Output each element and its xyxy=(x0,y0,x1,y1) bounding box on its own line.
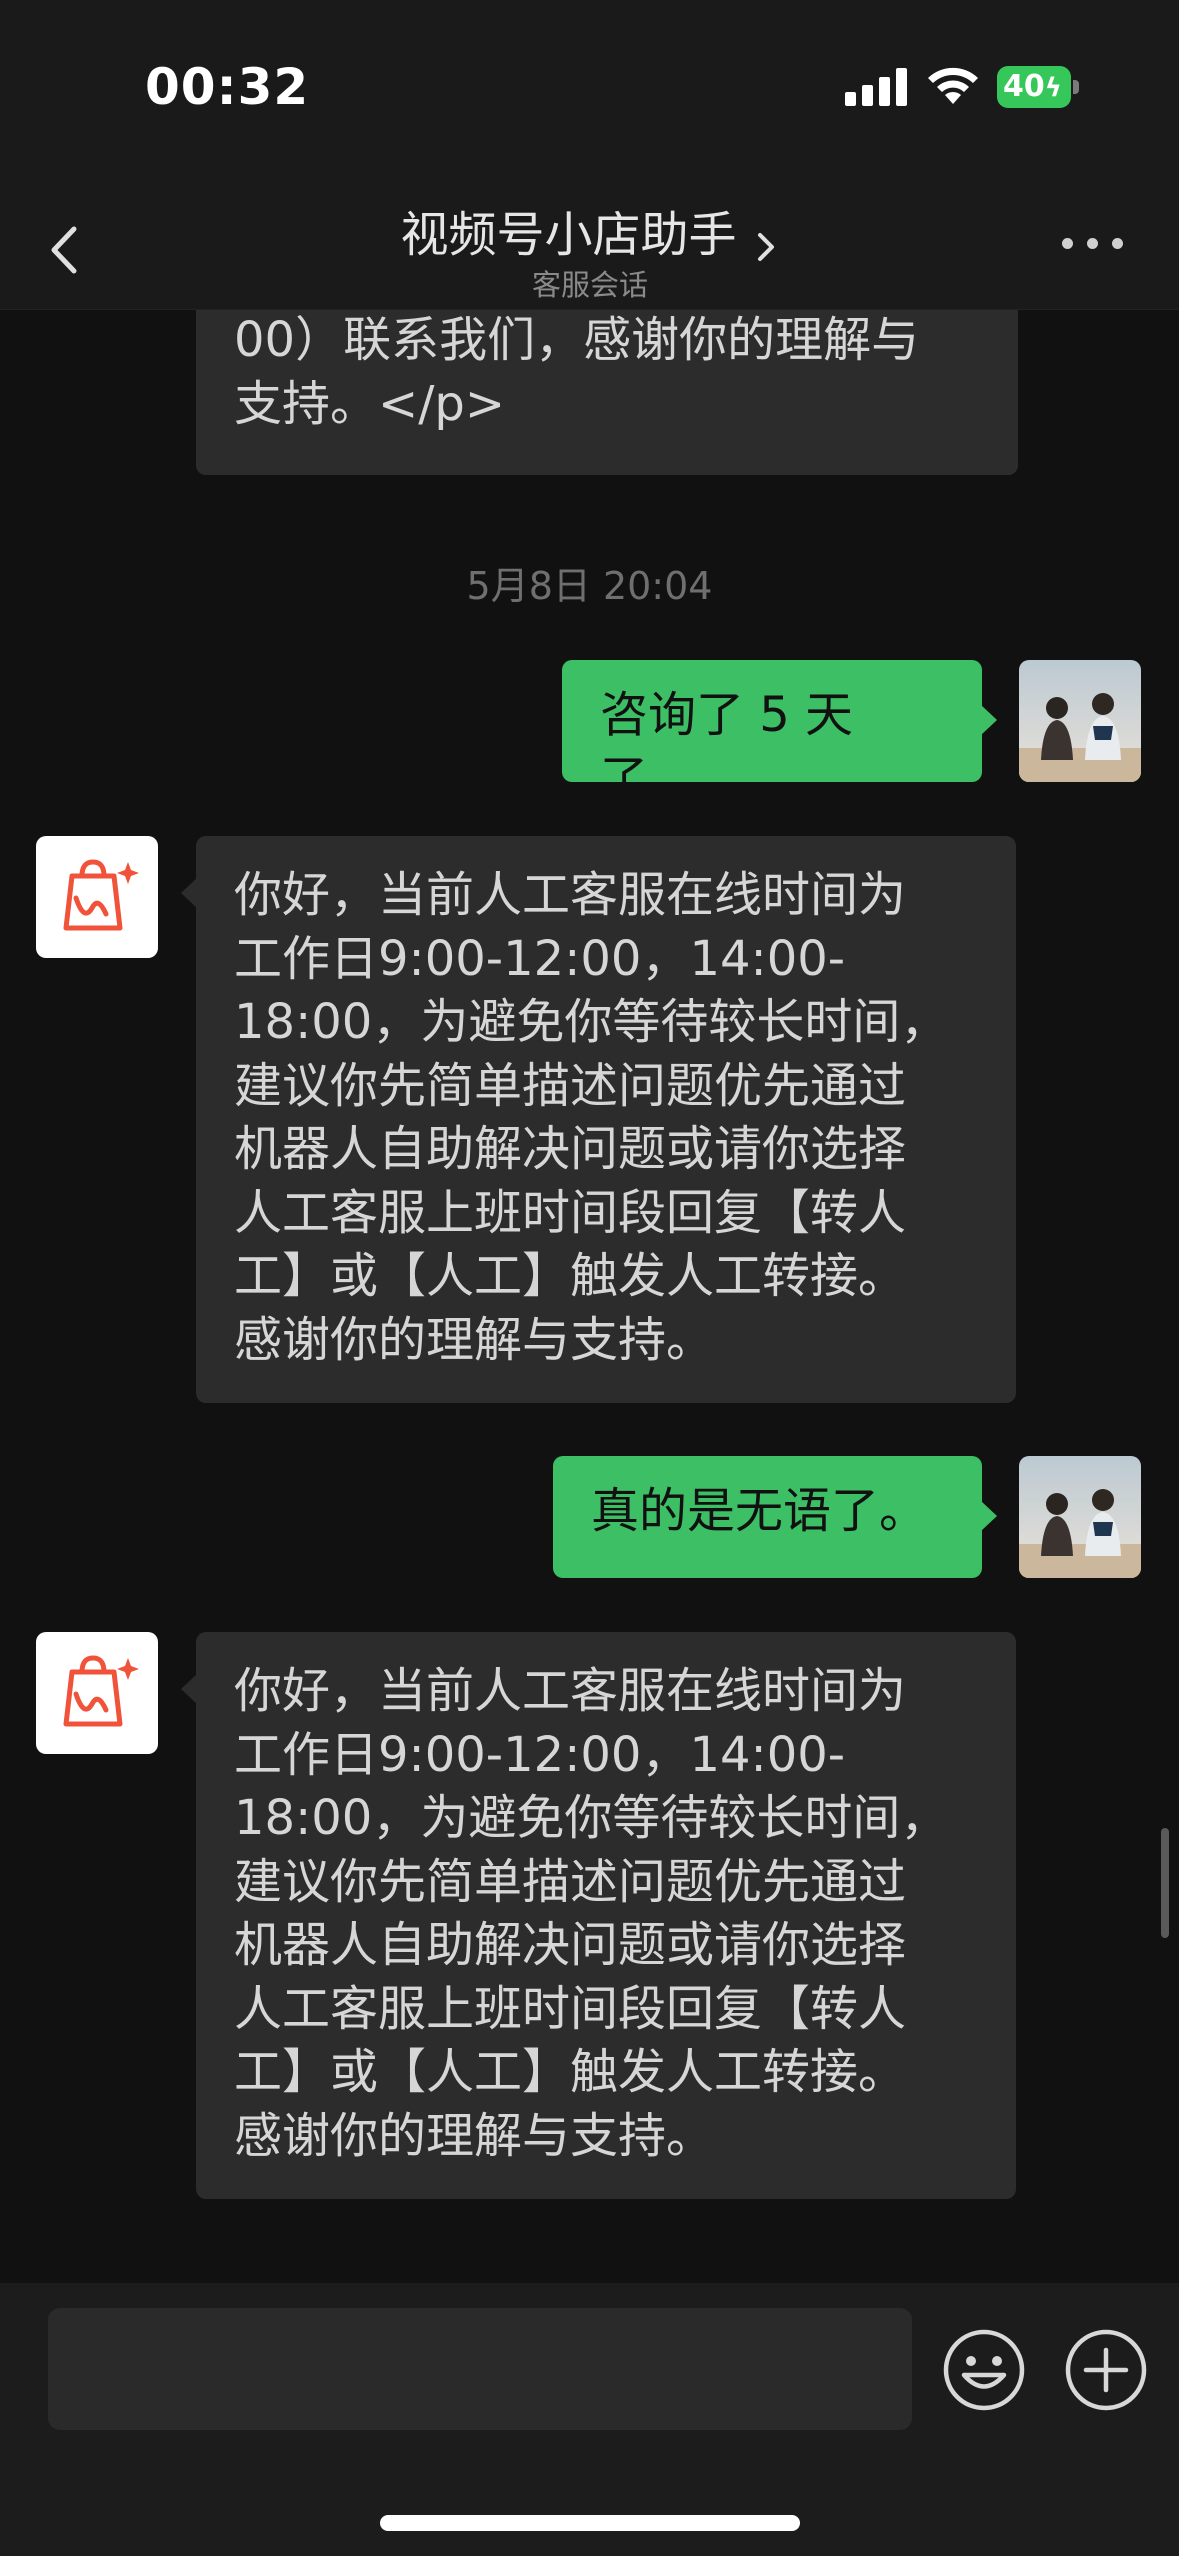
scrollbar[interactable] xyxy=(1161,1828,1169,1938)
emoji-icon[interactable] xyxy=(942,2328,1026,2412)
user-avatar[interactable] xyxy=(1019,660,1141,782)
nav-title-text: 视频号小店助手 xyxy=(400,207,737,263)
bot-avatar[interactable] xyxy=(36,1632,158,1754)
home-indicator[interactable] xyxy=(380,2515,800,2531)
message-bubble-outgoing[interactable]: 真的是无语了。 xyxy=(553,1456,997,1578)
message-bubble-incoming[interactable]: 你好，当前人工客服在线时间为 工作日9:00-12:00，14:00- 18:0… xyxy=(181,1632,1016,2199)
message-text: 你好，当前人工客服在线时间为 工作日9:00-12:00，14:00- 18:0… xyxy=(234,867,949,1368)
message-text: 你好，当前人工客服在线时间为 工作日9:00-12:00，14:00- 18:0… xyxy=(234,1663,949,2164)
message-text-partial: 00）联系我们，感谢你的理解与 支持。</p> xyxy=(234,312,920,432)
back-button[interactable] xyxy=(40,215,90,285)
message-text: 真的是无语了。 xyxy=(591,1483,928,1539)
nav-title-button[interactable]: 视频号小店助手 xyxy=(300,195,880,267)
chat-screen: 00:32 40ϟ 视频号小店助手 客服会话 00）联系我们，感谢你的理解与 支… xyxy=(0,0,1179,2556)
battery-level: 40 xyxy=(1003,69,1045,104)
message-bubble-incoming-partial[interactable]: 00）联系我们，感谢你的理解与 支持。</p> xyxy=(196,311,1018,475)
nav-subtitle-text: 客服会话 xyxy=(531,268,648,302)
bot-avatar[interactable] xyxy=(36,836,158,958)
battery-icon: 40ϟ xyxy=(997,66,1079,108)
wifi-icon xyxy=(928,67,978,104)
charging-bolt-icon: ϟ xyxy=(1044,73,1062,103)
more-button[interactable] xyxy=(1062,228,1124,258)
message-input[interactable] xyxy=(48,2308,912,2430)
message-bubble-outgoing[interactable]: 咨询了 5 天了。 xyxy=(562,660,997,807)
signal-icon xyxy=(845,68,907,106)
message-timestamp: 5月8日 20:04 xyxy=(466,564,713,608)
user-avatar[interactable] xyxy=(1019,1456,1141,1578)
plus-icon[interactable] xyxy=(1064,2328,1148,2412)
title-chevron-icon xyxy=(757,232,774,261)
status-bar: 00:32 40ϟ xyxy=(0,0,1179,150)
shop-assistant-logo-icon xyxy=(63,1655,139,1727)
message-text: 咨询了 5 天了。 xyxy=(600,687,854,807)
message-bubble-incoming[interactable]: 你好，当前人工客服在线时间为 工作日9:00-12:00，14:00- 18:0… xyxy=(181,836,1016,1403)
shop-assistant-logo-icon xyxy=(63,859,139,931)
status-time: 00:32 xyxy=(145,58,310,116)
